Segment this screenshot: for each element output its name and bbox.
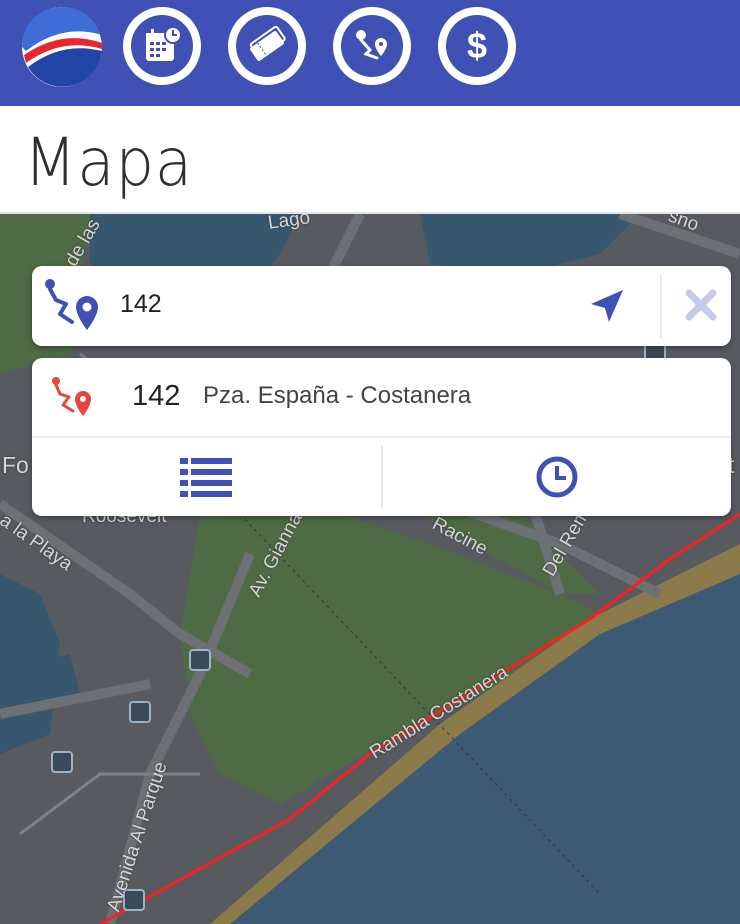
route-search-card: 142 [32, 266, 731, 346]
ticket-icon [249, 25, 286, 61]
title-area: Mapa [0, 106, 740, 214]
route-result-card: 142 Pza. España - Costanera [32, 358, 731, 516]
brand-logo-icon [22, 7, 102, 87]
route-result-row[interactable]: 142 Pza. España - Costanera [32, 358, 731, 438]
tickets-nav-button[interactable] [228, 7, 306, 85]
routes-nav-button[interactable] [333, 7, 411, 85]
top-nav-bar: $ [0, 0, 740, 106]
stops-list-button[interactable] [32, 438, 380, 516]
search-divider [660, 274, 662, 338]
brand-logo[interactable] [22, 7, 102, 87]
schedule-nav-button[interactable] [123, 7, 201, 85]
fares-nav-button[interactable]: $ [438, 7, 516, 85]
list-icon [180, 458, 232, 497]
line-description: Pza. España - Costanera [203, 382, 472, 409]
route-pin-icon [45, 279, 98, 330]
route-pin-red-icon [52, 377, 91, 416]
result-actions [32, 438, 731, 516]
page-title: Mapa [24, 124, 194, 201]
close-icon[interactable] [680, 284, 722, 326]
map-label-fo: Fo [2, 452, 29, 478]
route-search-input[interactable]: 142 [120, 290, 162, 319]
navigation-arrow-icon[interactable] [585, 286, 629, 326]
dollar-icon: $ [467, 25, 487, 66]
line-number: 142 [132, 380, 181, 412]
schedule-button[interactable] [383, 438, 731, 516]
svg-text:$: $ [467, 25, 487, 66]
clock-icon [536, 456, 578, 498]
route-icon [356, 30, 387, 60]
calendar-clock-icon [146, 26, 182, 61]
